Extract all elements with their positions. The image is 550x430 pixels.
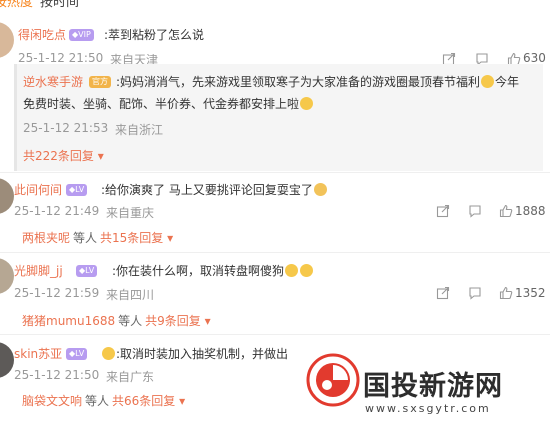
reply-location: 来自浙江 [115, 123, 164, 137]
user-badge-icon: ◆LV [76, 265, 98, 277]
watermark-url: www.sxsgytr.com [365, 402, 491, 415]
site-watermark: 国投新游网 www.sxsgytr.com [305, 350, 550, 430]
official-badge-icon: 官方 [89, 76, 111, 88]
sort-tabs: 按热度 按时间 [0, 0, 550, 14]
comment-icon[interactable] [468, 204, 482, 218]
comment-username[interactable]: 此间何间 [14, 181, 62, 198]
wink-emoji-icon [300, 97, 314, 110]
sweat-smile-emoji-icon [285, 264, 299, 277]
comment-username[interactable]: 得闲吃点 [18, 26, 66, 43]
divider [0, 252, 550, 253]
comment-icon[interactable] [468, 286, 482, 300]
avatar[interactable] [0, 258, 14, 294]
comment-time: 25-1-12 21:49 [14, 204, 100, 218]
reply-count-link[interactable]: 共222条回复 ▾ [23, 147, 104, 164]
user-badge-icon: ◆VIP [69, 29, 94, 41]
chevron-down-icon: ▾ [163, 231, 174, 245]
laugh-emoji-icon [313, 183, 327, 196]
avatar[interactable] [0, 178, 14, 214]
comment-username[interactable]: skin苏亚 [14, 345, 62, 362]
reply-summary[interactable]: 脑袋文文响 等人 共66条回复 ▾ [22, 392, 185, 409]
comment-location: 来自广东 [106, 370, 155, 384]
reply-time: 25-1-12 21:53 [23, 121, 109, 135]
chevron-down-icon: ▾ [93, 149, 104, 163]
like-icon[interactable] [499, 204, 513, 218]
avatar[interactable] [0, 342, 14, 378]
comment-text: :给你演爽了 马上又要挑评论回复耍宝了 [101, 181, 328, 198]
avatar[interactable] [0, 22, 14, 58]
quoted-reply: 逆水寒手游 官方 :妈妈消消气，先来游戏里领取寒子为大家准备的游戏圈最顶春节福利… [14, 64, 543, 171]
reply-text-line2: 免费时装、坐骑、配饰、半价券、代金券都安排上啦 [23, 95, 314, 112]
watermark-title: 国投新游网 [363, 371, 503, 402]
like-icon[interactable] [499, 286, 513, 300]
tab-by-time[interactable]: 按时间 [40, 0, 79, 10]
chevron-down-icon: ▾ [175, 394, 186, 408]
grin-emoji-icon [481, 75, 495, 88]
user-badge-icon: ◆LV [66, 348, 88, 360]
like-count: 630 [523, 51, 546, 65]
comment-text: :取消时装加入抽奖机制，并做出 [101, 345, 288, 362]
tab-by-hot[interactable]: 按热度 [0, 0, 33, 10]
reply-summary[interactable]: 两根夹呢 等人 共15条回复 ▾ [22, 229, 173, 246]
comment-username[interactable]: 光脚脚_jj [14, 262, 63, 279]
like-count: 1352 [515, 286, 546, 300]
reply-summary[interactable]: 猪猪mumu1688 等人 共9条回复 ▾ [22, 312, 211, 329]
comment-location: 来自重庆 [106, 206, 155, 220]
reply-text-line1: :妈妈消消气，先来游戏里领取寒子为大家准备的游戏圈最顶春节福利 今年 [116, 75, 520, 89]
user-badge-icon: ◆LV [66, 184, 88, 196]
divider [0, 172, 550, 173]
sweat-smile-emoji-icon [300, 264, 314, 277]
comment-time: 25-1-12 21:50 [18, 51, 104, 65]
like-count: 1888 [515, 204, 546, 218]
comment-time: 25-1-12 21:50 [14, 368, 100, 382]
share-icon[interactable] [436, 204, 450, 218]
chevron-down-icon: ▾ [200, 314, 211, 328]
divider [0, 334, 550, 335]
comment-time: 25-1-12 21:59 [14, 286, 100, 300]
share-icon[interactable] [436, 286, 450, 300]
reply-username[interactable]: 逆水寒手游 [23, 73, 83, 90]
comment-location: 来自四川 [106, 288, 155, 302]
cry-emoji-icon [102, 347, 115, 360]
comment-text: :你在装什么啊，取消转盘啊傻狗 [112, 262, 314, 279]
comment-text: :萃到粘粉了怎么说 [104, 28, 205, 42]
